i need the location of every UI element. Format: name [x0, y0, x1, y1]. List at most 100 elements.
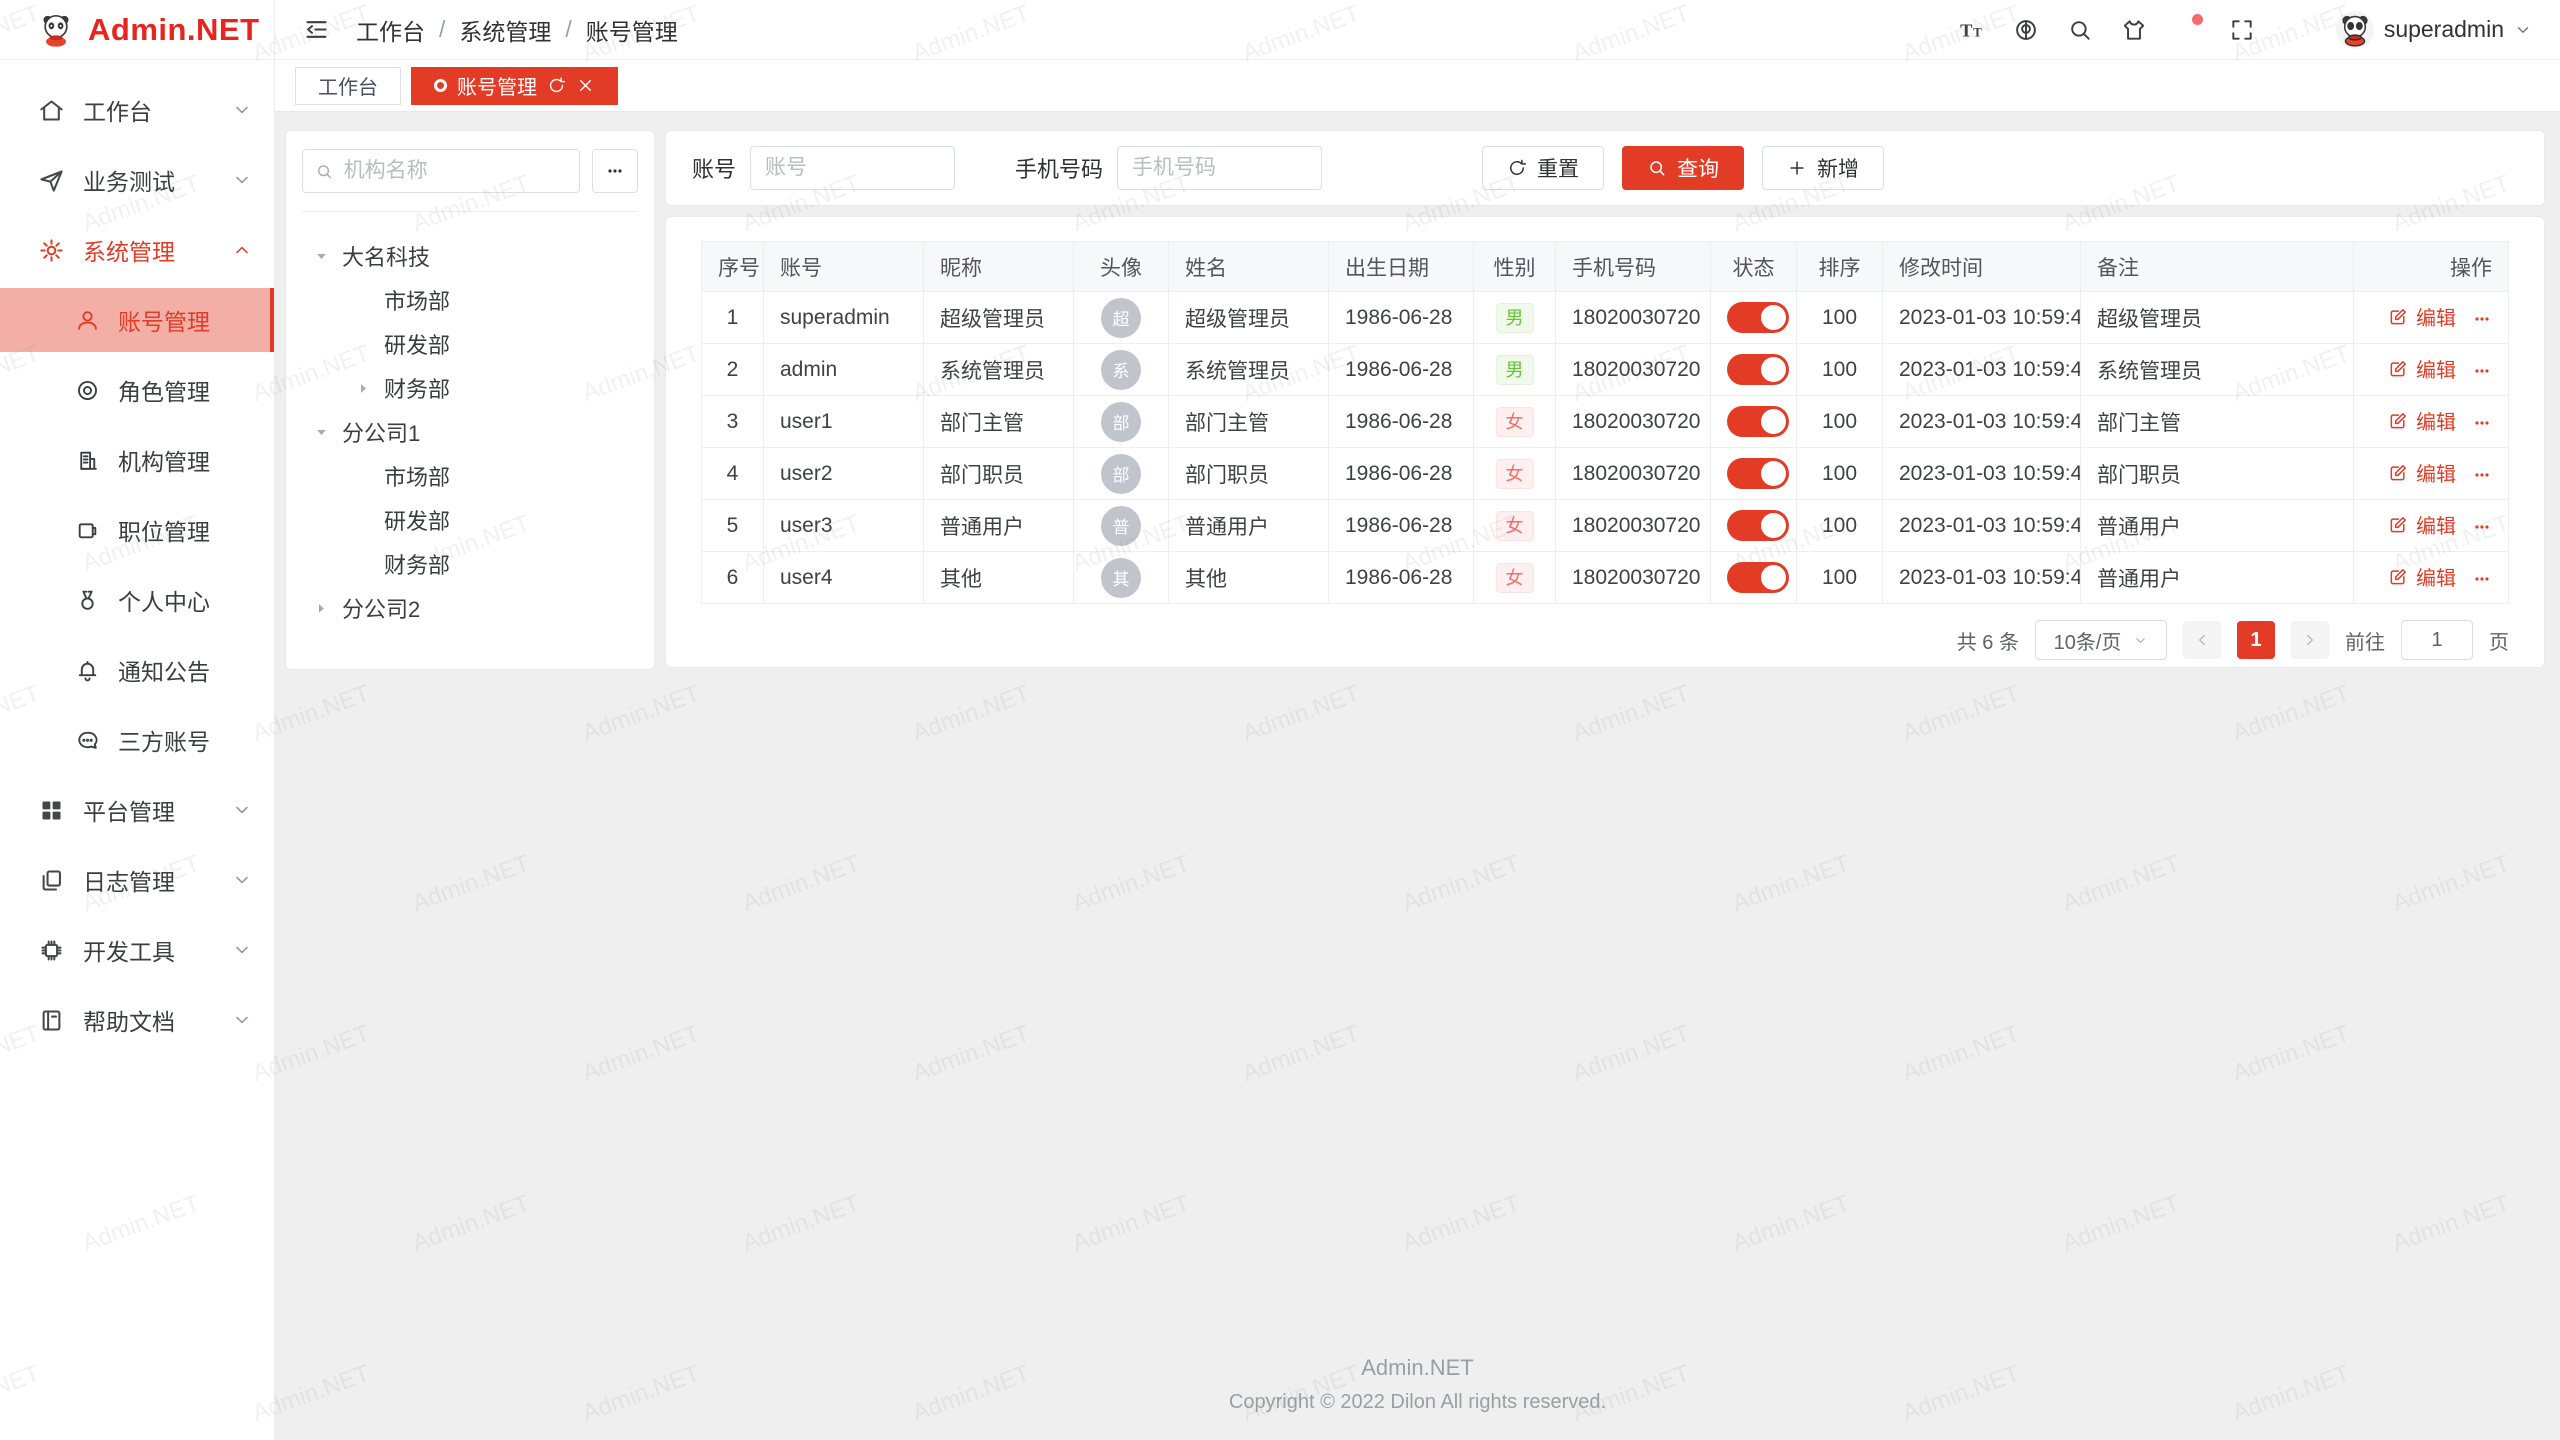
- edit-button[interactable]: 编辑: [2388, 406, 2456, 435]
- sidebar-item-position-management[interactable]: 职位管理: [0, 498, 274, 562]
- prev-page-button[interactable]: [2183, 621, 2221, 659]
- tree-node-label: 大名科技: [342, 240, 430, 272]
- breadcrumb-item[interactable]: 系统管理: [459, 13, 551, 47]
- cell-phone: 18020030720: [1556, 396, 1711, 448]
- sidebar-item-business-test[interactable]: 业务测试: [0, 148, 274, 212]
- table-row: 2admin系统管理员系系统管理员1986-06-28男180200307201…: [702, 344, 2509, 396]
- sidebar-item-dev-tools[interactable]: 开发工具: [0, 918, 274, 982]
- reset-button[interactable]: 重置: [1482, 146, 1604, 190]
- sidebar-item-system-management[interactable]: 系统管理: [0, 218, 274, 282]
- edit-label: 编辑: [2416, 562, 2456, 591]
- sidebar-item-help-docs[interactable]: 帮助文档: [0, 988, 274, 1052]
- edit-button[interactable]: 编辑: [2388, 510, 2456, 539]
- breadcrumb-item[interactable]: 工作台: [356, 13, 425, 47]
- tree-node[interactable]: 大名科技: [302, 234, 638, 278]
- cell-actions: 编辑: [2354, 292, 2509, 344]
- cell-modified-time: 2023-01-03 10:59:44: [1883, 500, 2081, 552]
- sidebar-item-personal-center[interactable]: 个人中心: [0, 568, 274, 632]
- query-button[interactable]: 查询: [1622, 146, 1744, 190]
- edit-icon: [2388, 307, 2408, 327]
- tree-node[interactable]: 分公司2: [302, 586, 638, 630]
- breadcrumb-item[interactable]: 账号管理: [586, 13, 678, 47]
- tree-node-label: 市场部: [384, 284, 450, 316]
- chevron-down-icon: [232, 940, 252, 960]
- status-toggle[interactable]: [1727, 354, 1789, 385]
- column-header: 状态: [1711, 242, 1797, 292]
- gear-icon: [38, 237, 65, 264]
- org-tree-panel: 大名科技市场部研发部财务部分公司1市场部研发部财务部分公司2: [285, 130, 655, 670]
- edit-button[interactable]: 编辑: [2388, 458, 2456, 487]
- next-page-button[interactable]: [2291, 621, 2329, 659]
- row-more-button[interactable]: [2472, 414, 2492, 436]
- tree-node[interactable]: 市场部: [302, 278, 638, 322]
- caret-right-icon[interactable]: [350, 381, 376, 396]
- caret-right-icon[interactable]: [308, 601, 334, 616]
- status-toggle[interactable]: [1727, 302, 1789, 333]
- account-input[interactable]: [750, 146, 955, 190]
- row-more-button[interactable]: [2472, 518, 2492, 540]
- edit-label: 编辑: [2416, 354, 2456, 383]
- goto-page-input[interactable]: [2401, 620, 2473, 660]
- edit-label: 编辑: [2416, 510, 2456, 539]
- tree-node[interactable]: 财务部: [302, 366, 638, 410]
- caret-down-icon: [314, 425, 329, 440]
- caret-down-icon[interactable]: [308, 249, 334, 264]
- search-button[interactable]: [2058, 8, 2102, 52]
- tab-item[interactable]: 工作台: [295, 67, 401, 105]
- status-toggle[interactable]: [1727, 562, 1789, 593]
- tree-more-button[interactable]: [592, 149, 638, 193]
- tab-active[interactable]: 账号管理: [411, 67, 618, 105]
- sidebar-item-org-management[interactable]: 机构管理: [0, 428, 274, 492]
- sidebar-item-label: 通知公告: [118, 653, 210, 687]
- edit-label: 编辑: [2416, 406, 2456, 435]
- tree-node[interactable]: 财务部: [302, 542, 638, 586]
- status-toggle[interactable]: [1727, 510, 1789, 541]
- org-search-input[interactable]: [344, 159, 567, 183]
- cell-modified-time: 2023-01-03 10:59:44: [1883, 448, 2081, 500]
- edit-button[interactable]: 编辑: [2388, 302, 2456, 331]
- user-icon: [75, 308, 100, 333]
- sidebar-item-log-management[interactable]: 日志管理: [0, 848, 274, 912]
- page-1-button[interactable]: 1: [2237, 621, 2275, 659]
- add-button[interactable]: 新增: [1762, 146, 1884, 190]
- sidebar-item-third-party-account[interactable]: 三方账号: [0, 708, 274, 772]
- column-header: 手机号码: [1556, 242, 1711, 292]
- fullscreen-button[interactable]: [2220, 8, 2264, 52]
- font-size-icon: [1959, 17, 1985, 43]
- theme-button[interactable]: [2112, 8, 2156, 52]
- profile-button[interactable]: [2274, 8, 2318, 52]
- chat-icon: [75, 728, 100, 753]
- sidebar-item-role-management[interactable]: 角色管理: [0, 358, 274, 422]
- row-more-button[interactable]: [2472, 310, 2492, 332]
- edit-button[interactable]: 编辑: [2388, 354, 2456, 383]
- content-area: 大名科技市场部研发部财务部分公司1市场部研发部财务部分公司2 账号 手机号码 重…: [275, 112, 2560, 1440]
- sidebar-item-platform-management[interactable]: 平台管理: [0, 778, 274, 842]
- sidebar-item-account-management[interactable]: 账号管理: [0, 288, 274, 352]
- status-toggle[interactable]: [1727, 458, 1789, 489]
- tree-node[interactable]: 研发部: [302, 498, 638, 542]
- tree-node[interactable]: 分公司1: [302, 410, 638, 454]
- avatar: 其: [1101, 558, 1141, 598]
- language-button[interactable]: [2004, 8, 2048, 52]
- tree-node[interactable]: 研发部: [302, 322, 638, 366]
- collapse-sidebar-button[interactable]: [303, 16, 330, 43]
- bell-icon: [75, 658, 100, 683]
- sidebar-item-workbench[interactable]: 工作台: [0, 78, 274, 142]
- edit-button[interactable]: 编辑: [2388, 562, 2456, 591]
- cell-gender: 男: [1474, 292, 1556, 344]
- row-more-button[interactable]: [2472, 466, 2492, 488]
- caret-down-icon[interactable]: [308, 425, 334, 440]
- row-more-button[interactable]: [2472, 362, 2492, 384]
- sidebar-item-label: 职位管理: [118, 513, 210, 547]
- status-toggle[interactable]: [1727, 406, 1789, 437]
- tree-node[interactable]: 市场部: [302, 454, 638, 498]
- phone-input[interactable]: [1117, 146, 1322, 190]
- page-size-select[interactable]: 10条/页: [2035, 620, 2167, 660]
- cell-actions: 编辑: [2354, 448, 2509, 500]
- sidebar-item-notice-announcement[interactable]: 通知公告: [0, 638, 274, 702]
- user-menu[interactable]: superadmin: [2336, 11, 2532, 49]
- app-logo[interactable]: Admin.NET: [0, 0, 274, 60]
- row-more-button[interactable]: [2472, 570, 2492, 592]
- font-size-button[interactable]: [1950, 8, 1994, 52]
- notification-button[interactable]: [2166, 8, 2210, 52]
